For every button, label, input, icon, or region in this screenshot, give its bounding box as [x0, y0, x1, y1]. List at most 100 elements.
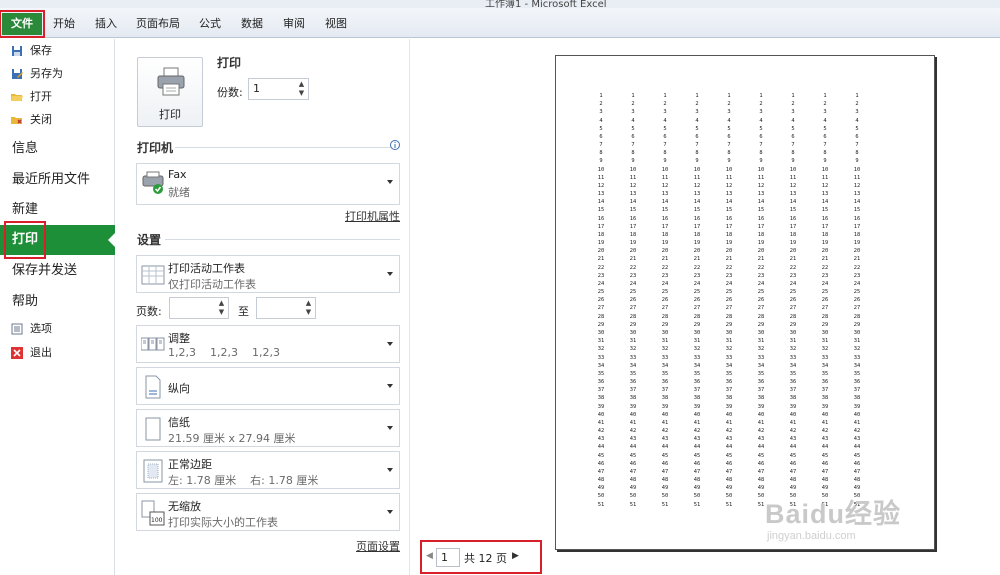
pages-from-stepper[interactable]: ▲ ▼ — [169, 297, 229, 319]
margins-title: 正常边距 — [168, 458, 212, 471]
collate-dropdown[interactable]: 调整 1,2,3 1,2,3 1,2,3 — [136, 325, 400, 363]
tab-data[interactable]: 数据 — [238, 13, 266, 35]
copies-down-icon[interactable]: ▼ — [297, 89, 306, 98]
print-button[interactable]: 打印 — [137, 57, 203, 127]
nav-options-label: 选项 — [30, 322, 52, 335]
copies-label: 份数: — [217, 86, 243, 99]
nav-open[interactable]: 打开 — [0, 86, 115, 108]
save-icon — [12, 46, 22, 56]
nav-open-label: 打开 — [30, 90, 52, 103]
print-button-label: 打印 — [159, 108, 181, 121]
previous-page-icon[interactable]: ◀ — [426, 551, 433, 561]
nav-save-as[interactable]: 另存为 — [0, 63, 115, 85]
copies-up-icon[interactable]: ▲ — [297, 80, 306, 89]
preview-column: 1 2 3 4 5 6 7 8 9 10 11 12 13 14 15 16 1… — [725, 93, 733, 508]
preview-column: 1 2 3 4 5 6 7 8 9 10 11 12 13 14 15 16 1… — [789, 93, 797, 508]
exit-icon — [11, 347, 23, 359]
orientation-dropdown[interactable]: 纵向 — [136, 367, 400, 405]
preview-column: 1 2 3 4 5 6 7 8 9 10 11 12 13 14 15 16 1… — [629, 93, 637, 508]
svg-text:100: 100 — [151, 517, 163, 524]
print-settings-panel: 打印 打印 份数: 1 ▲ ▼ 打印机 Fax 就绪 打印机属性 设置 打印活动… — [115, 39, 410, 575]
preview-column: 1 2 3 4 5 6 7 8 9 10 11 12 13 14 15 16 1… — [853, 93, 861, 508]
preview-page: 1 2 3 4 5 6 7 8 9 10 11 12 13 14 15 16 1… — [555, 55, 935, 550]
nav-exit[interactable]: 退出 — [0, 342, 115, 364]
pages-to-stepper[interactable]: ▲ ▼ — [256, 297, 316, 319]
pages-to-down-icon[interactable]: ▼ — [304, 308, 313, 317]
margins-icon — [143, 459, 163, 483]
preview-column: 1 2 3 4 5 6 7 8 9 10 11 12 13 14 15 16 1… — [661, 93, 669, 508]
nav-save[interactable]: 保存 — [0, 40, 115, 62]
preview-column: 1 2 3 4 5 6 7 8 9 10 11 12 13 14 15 16 1… — [821, 93, 829, 508]
current-page-input[interactable]: 1 — [436, 548, 460, 567]
pages-label: 页数: — [136, 305, 162, 318]
pages-from-down-icon[interactable]: ▼ — [217, 308, 226, 317]
divider — [165, 239, 400, 240]
orientation-value: 纵向 — [168, 382, 190, 395]
paper-title: 信纸 — [168, 416, 190, 429]
backstage-nav: 保存 另存为 打开 关闭 信息 最近所用文件 新建 打印 保存并发送 帮助 选项… — [0, 39, 116, 575]
tab-home[interactable]: 开始 — [50, 13, 78, 35]
fax-printer-icon — [142, 171, 164, 194]
nav-new[interactable]: 新建 — [0, 196, 115, 224]
portrait-icon — [145, 375, 161, 399]
nav-recent[interactable]: 最近所用文件 — [0, 166, 115, 194]
printer-icon — [157, 67, 185, 96]
page-setup-link[interactable]: 页面设置 — [356, 538, 400, 554]
paper-icon — [145, 417, 161, 441]
nav-save-send[interactable]: 保存并发送 — [0, 257, 115, 285]
nav-save-as-label: 另存为 — [30, 67, 63, 80]
paper-size-dropdown[interactable]: 信纸 21.59 厘米 x 27.94 厘米 — [136, 409, 400, 447]
collate-title: 调整 — [168, 332, 190, 345]
ribbon-tabs: 文件 开始 插入 页面布局 公式 数据 审阅 视图 — [0, 8, 1000, 38]
margins-desc: 左: 1.78 厘米 右: 1.78 厘米 — [168, 474, 319, 487]
scaling-dropdown[interactable]: 100 无缩放 打印实际大小的工作表 — [136, 493, 400, 531]
margins-dropdown[interactable]: 正常边距 左: 1.78 厘米 右: 1.78 厘米 — [136, 451, 400, 489]
nav-options[interactable]: 选项 — [0, 318, 115, 340]
nav-help[interactable]: 帮助 — [0, 288, 115, 316]
copies-stepper[interactable]: 1 ▲ ▼ — [248, 78, 309, 100]
printer-name: Fax — [168, 168, 187, 181]
nav-save-label: 保存 — [30, 44, 52, 57]
tab-page-layout[interactable]: 页面布局 — [134, 13, 182, 35]
scaling-icon: 100 — [141, 500, 165, 526]
collate-desc: 1,2,3 1,2,3 1,2,3 — [168, 346, 280, 359]
scaling-desc: 打印实际大小的工作表 — [168, 516, 278, 529]
nav-print-highlight — [4, 221, 46, 259]
tab-review[interactable]: 审阅 — [280, 13, 308, 35]
tab-view[interactable]: 视图 — [322, 13, 350, 35]
close-folder-icon — [11, 117, 22, 124]
tab-formulas[interactable]: 公式 — [196, 13, 224, 35]
chevron-down-icon — [387, 426, 393, 430]
print-scope-desc: 仅打印活动工作表 — [168, 278, 256, 291]
nav-exit-label: 退出 — [30, 346, 52, 359]
total-pages: 共 12 页 — [464, 552, 507, 565]
nav-close[interactable]: 关闭 — [0, 109, 115, 131]
print-scope-dropdown[interactable]: 打印活动工作表 仅打印活动工作表 — [136, 255, 400, 293]
chevron-down-icon — [387, 384, 393, 388]
title-bar: 工作簿1 - Microsoft Excel — [0, 0, 1000, 8]
watermark-url: jingyan.baidu.com — [767, 530, 856, 542]
open-folder-icon — [11, 94, 23, 101]
divider — [175, 147, 390, 148]
info-icon[interactable] — [390, 140, 400, 150]
chevron-down-icon — [387, 468, 393, 472]
chevron-down-icon — [387, 180, 393, 184]
pages-to-up-icon[interactable]: ▲ — [304, 299, 313, 308]
chevron-down-icon — [387, 272, 393, 276]
preview-column: 1 2 3 4 5 6 7 8 9 10 11 12 13 14 15 16 1… — [597, 93, 605, 508]
scaling-title: 无缩放 — [168, 500, 201, 513]
preview-column: 1 2 3 4 5 6 7 8 9 10 11 12 13 14 15 16 1… — [757, 93, 765, 508]
pages-from-up-icon[interactable]: ▲ — [217, 299, 226, 308]
settings-heading: 设置 — [137, 233, 162, 247]
tab-file[interactable]: 文件 — [0, 10, 45, 38]
printer-properties-link[interactable]: 打印机属性 — [345, 208, 400, 224]
worksheet-icon — [141, 265, 165, 285]
watermark-logo: Baidu经验 — [765, 499, 902, 529]
next-page-icon[interactable]: ▶ — [512, 551, 519, 561]
printer-dropdown[interactable]: Fax 就绪 — [136, 163, 400, 205]
baidu-watermark: Baidu经验 jingyan.baidu.com — [765, 492, 902, 542]
chevron-down-icon — [387, 510, 393, 514]
nav-info[interactable]: 信息 — [0, 135, 115, 163]
pages-to-label: 至 — [238, 305, 249, 318]
tab-insert[interactable]: 插入 — [92, 13, 120, 35]
